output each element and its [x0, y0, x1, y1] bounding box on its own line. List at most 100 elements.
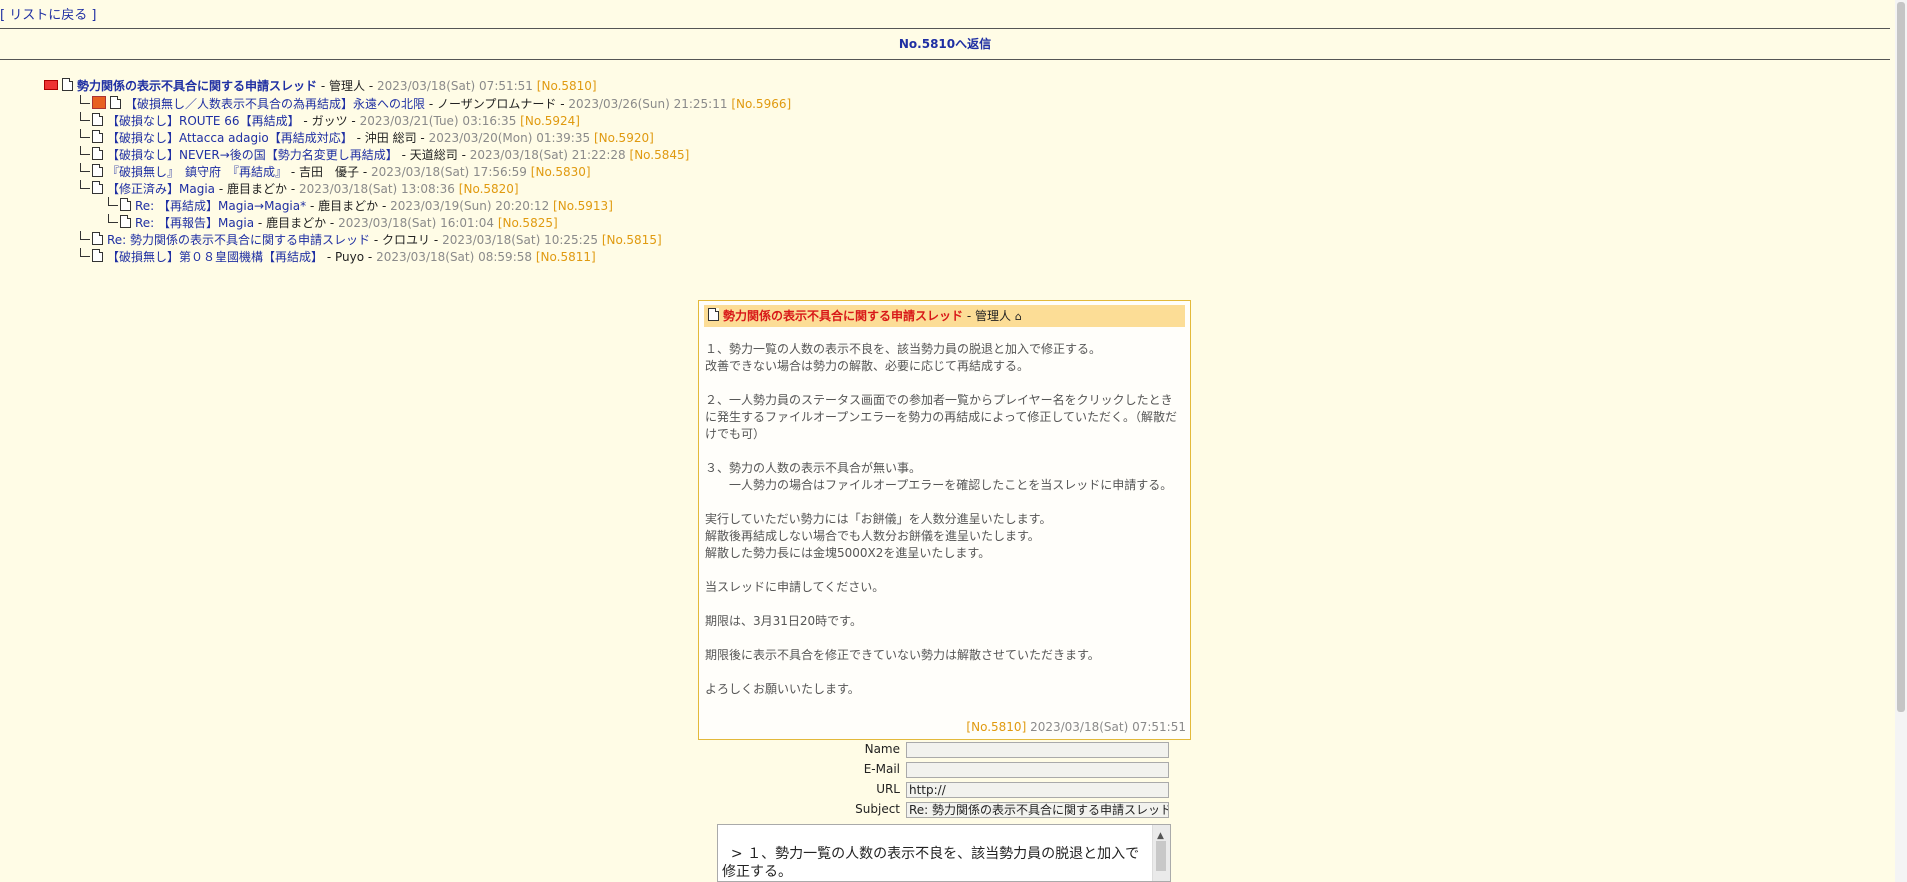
thread-title-link[interactable]: 【破損なし】Attacca adagio【再結成対応】 — [107, 131, 353, 145]
separator: - — [290, 182, 296, 196]
post-paragraph: 当スレッドに申請してください。 — [705, 580, 885, 594]
thread-title-link[interactable]: 【破損無し／人数表示不具合の為再結成】永遠への北限 — [125, 97, 425, 111]
post-paragraph: 期限後に表示不具合を修正できていない勢力は解散させていただきます。 — [705, 648, 1100, 662]
reply-heading: No.5810へ返信 — [898, 37, 992, 51]
thread-title-link[interactable]: 勢力関係の表示不具合に関する申請スレッド — [77, 79, 317, 93]
comment-text: > １、勢力一覧の人数の表示不良を、該当勢力員の脱退と加入で修正する。 > 改善… — [722, 846, 1140, 880]
separator: - — [401, 148, 406, 162]
post-footer: [No.5810] 2023/03/18(Sat) 07:51:51 — [966, 720, 1186, 734]
thread-date: 2023/03/26(Sun) 21:25:11 — [568, 97, 728, 111]
page-scroll-thumb[interactable] — [1897, 2, 1905, 712]
document-icon — [62, 78, 73, 91]
folder-icon — [44, 80, 58, 90]
thread-number: [No.5820] — [458, 182, 519, 196]
separator: - — [560, 97, 565, 111]
tree-branch — [80, 180, 90, 189]
separator: - — [257, 216, 263, 230]
thread-row: Re: 【再報告】Magia - 鹿目まどか - 2023/03/18(Sat)… — [44, 214, 791, 231]
post-paragraph: よろしくお願いいたします。 — [705, 682, 860, 696]
thread-number: [No.5830] — [530, 165, 591, 179]
thread-row: 勢力関係の表示不具合に関する申請スレッド - 管理人 - 2023/03/18(… — [44, 78, 791, 95]
separator: - — [433, 233, 439, 247]
tree-branch — [80, 248, 90, 257]
separator: - — [381, 199, 387, 213]
document-icon — [120, 215, 131, 228]
document-icon — [92, 147, 103, 160]
thread-row: 【修正済み】Magia - 鹿目まどか - 2023/03/18(Sat) 13… — [44, 180, 791, 197]
tree-branch — [80, 231, 90, 240]
thread-date: 2023/03/18(Sat) 17:56:59 — [371, 165, 527, 179]
thread-row: Re: 【再結成】Magia→Magia* - 鹿目まどか - 2023/03/… — [44, 197, 791, 214]
email-field[interactable] — [906, 762, 1169, 778]
thread-date: 2023/03/18(Sat) 10:25:25 — [442, 233, 598, 247]
new-post-icon — [92, 96, 106, 109]
post-panel: 勢力関係の表示不具合に関する申請スレッド - 管理人 ⌂ １、勢力一覧の人数の表… — [698, 300, 1191, 740]
thread-title-link[interactable]: Re: 【再報告】Magia — [135, 216, 254, 230]
post-title: 勢力関係の表示不具合に関する申請スレッド — [723, 309, 964, 323]
thread-title-link[interactable]: 【破損なし】ROUTE 66【再結成】 — [107, 114, 300, 128]
thread-title-link[interactable]: Re: 【再結成】Magia→Magia* — [135, 199, 306, 213]
tree-branch — [80, 146, 90, 155]
post-header: 勢力関係の表示不具合に関する申請スレッド - 管理人 ⌂ — [704, 305, 1185, 327]
thread-title-link[interactable]: Re: 勢力関係の表示不具合に関する申請スレッド — [107, 233, 370, 247]
post-paragraph: ３、勢力の人数の表示不具合が無い事。 一人勢力の場合はファイルオープエラーを確認… — [705, 461, 1173, 492]
thread-author: 鹿目まどか — [318, 199, 379, 213]
thread-author: 天道総司 — [409, 148, 458, 162]
thread-number: [No.5924] — [520, 114, 580, 128]
tree-branch — [108, 214, 118, 223]
url-field[interactable]: http:// — [906, 782, 1169, 798]
thread-author: 管理人 — [329, 79, 366, 93]
thread-number: [No.5811] — [535, 250, 596, 264]
thread-author: ノーザンプロムナード — [437, 97, 557, 111]
thread-date: 2023/03/19(Sun) 20:20:12 — [390, 199, 550, 213]
separator: - — [362, 165, 368, 179]
home-icon[interactable]: ⌂ — [1015, 306, 1022, 328]
thread-author: 鹿目まどか — [266, 216, 327, 230]
thread-title-link[interactable]: 【破損無し】第０８皇國機構【再結成】 — [107, 250, 323, 264]
post-paragraph: １、勢力一覧の人数の表示不良を、該当勢力員の脱退と加入で修正する。 改善できない… — [705, 342, 1102, 373]
thread-title-link[interactable]: 『破損無し』 鎮守府 『再結成』 — [107, 165, 287, 179]
thread-title-link[interactable]: 【修正済み】Magia — [107, 182, 215, 196]
thread-number: [No.5810] — [536, 79, 597, 93]
thread-date: 2023/03/21(Tue) 03:16:35 — [359, 114, 517, 128]
thread-date: 2023/03/20(Mon) 01:39:35 — [428, 131, 591, 145]
separator: - — [218, 182, 224, 196]
document-icon — [110, 96, 121, 109]
separator: - — [461, 148, 466, 162]
name-field[interactable] — [906, 742, 1169, 758]
thread-author: 沖田 総司 — [364, 131, 417, 145]
separator: - — [309, 199, 315, 213]
divider-bottom — [0, 59, 1890, 60]
post-author: 管理人 — [974, 309, 1011, 323]
document-icon — [92, 164, 103, 177]
thread-title-link[interactable]: 【破損なし】NEVER→後の国【勢力名変更し再結成】 — [107, 148, 398, 162]
thread-row: 【破損無し】第０８皇國機構【再結成】 - Puyo - 2023/03/18(S… — [44, 248, 791, 265]
separator: - — [367, 250, 373, 264]
back-to-list-link[interactable]: [ リストに戻る ] — [0, 4, 96, 23]
post-body: １、勢力一覧の人数の表示不良を、該当勢力員の脱退と加入で修正する。 改善できない… — [705, 341, 1184, 698]
thread-row: 【破損なし】NEVER→後の国【勢力名変更し再結成】 - 天道総司 - 2023… — [44, 146, 791, 163]
post-paragraph: 実行していただい勢力には「お餅儀」を人数分進呈いたします。 解散後再結成しない場… — [705, 512, 1052, 560]
thread-author: 鹿目まどか — [227, 182, 288, 196]
scroll-thumb[interactable] — [1156, 841, 1166, 871]
comment-textarea[interactable]: > １、勢力一覧の人数の表示不良を、該当勢力員の脱退と加入で修正する。 > 改善… — [717, 824, 1171, 882]
post-date: 2023/03/18(Sat) 07:51:51 — [1030, 720, 1186, 734]
tree-branch — [108, 197, 118, 206]
subject-field[interactable]: Re: 勢力関係の表示不具合に関する申請スレッド — [906, 802, 1169, 818]
thread-author: 吉田 優子 — [299, 165, 360, 179]
name-label: Name — [864, 742, 900, 756]
separator: - — [320, 79, 326, 93]
textarea-scrollbar[interactable]: ▲ — [1152, 825, 1170, 881]
email-label: E-Mail — [863, 762, 900, 776]
thread-number: [No.5815] — [601, 233, 662, 247]
tree-branch — [80, 163, 90, 172]
post-number: [No.5810] — [966, 720, 1027, 734]
document-icon — [92, 232, 103, 245]
thread-number: [No.5913] — [553, 199, 613, 213]
separator: - — [303, 114, 308, 128]
post-paragraph: ２、一人勢力員のステータス画面での参加者一覧からプレイヤー名をクリックしたときに… — [705, 393, 1177, 441]
page-scrollbar[interactable] — [1895, 0, 1907, 882]
thread-date: 2023/03/18(Sat) 13:08:36 — [299, 182, 455, 196]
thread-author: クロユリ — [382, 233, 431, 247]
back-to-list-text[interactable]: [ リストに戻る ] — [0, 8, 96, 23]
